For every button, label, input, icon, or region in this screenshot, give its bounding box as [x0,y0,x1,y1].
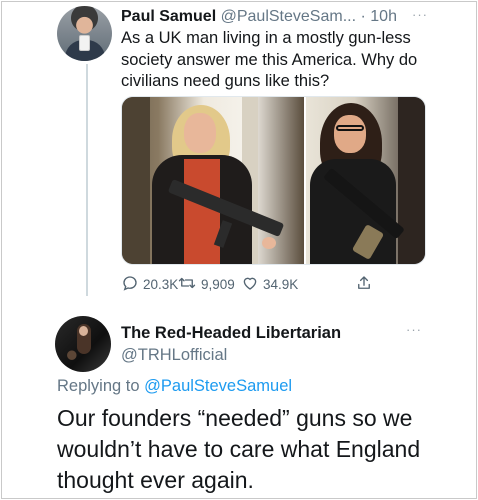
avatar[interactable] [57,6,112,61]
author-name[interactable]: Paul Samuel [121,8,216,25]
separator-dot: · [360,8,366,25]
mention-link[interactable]: @PaulSteveSamuel [144,377,292,395]
thread-connector [86,64,88,296]
tweet-header: Paul Samuel @PaulSteveSam... · 10h [121,7,397,27]
author-handle[interactable]: @PaulSteveSam... [221,8,356,25]
screenshot-frame: Paul Samuel @PaulSteveSam... · 10h ··· A… [1,1,477,499]
tweet-timestamp[interactable]: 10h [370,8,397,25]
tweet-text: As a UK man living in a mostly gun-less … [121,29,418,90]
reply-button[interactable]: 20.3K [121,274,178,295]
tweet-actions: 20.3K 9,909 34.9K [121,274,441,296]
reply-icon [121,274,143,295]
like-count: 34.9K [263,277,299,292]
retweet-button[interactable]: 9,909 [177,274,235,295]
more-options-icon[interactable]: ··· [412,7,428,22]
heart-icon [241,274,263,295]
like-button[interactable]: 34.9K [241,274,298,295]
tweet-photo[interactable] [306,97,425,264]
more-options-icon[interactable]: ··· [406,322,422,337]
share-button[interactable] [355,274,377,295]
tweet-media[interactable] [121,96,426,265]
retweet-icon [177,274,201,295]
tweet-photo[interactable] [122,97,304,264]
reply-count: 20.3K [143,277,179,292]
avatar[interactable] [55,316,111,372]
author-name[interactable]: The Red-Headed Libertarian [121,324,341,343]
author-handle[interactable]: @TRHLofficial [121,346,227,365]
replying-to-label: Replying to [57,377,145,395]
replying-to-line: Replying to @PaulSteveSamuel [57,377,292,396]
retweet-count: 9,909 [201,277,235,292]
share-icon [355,274,377,295]
tweet-text: Our founders “needed” guns so we wouldn’… [57,405,421,493]
